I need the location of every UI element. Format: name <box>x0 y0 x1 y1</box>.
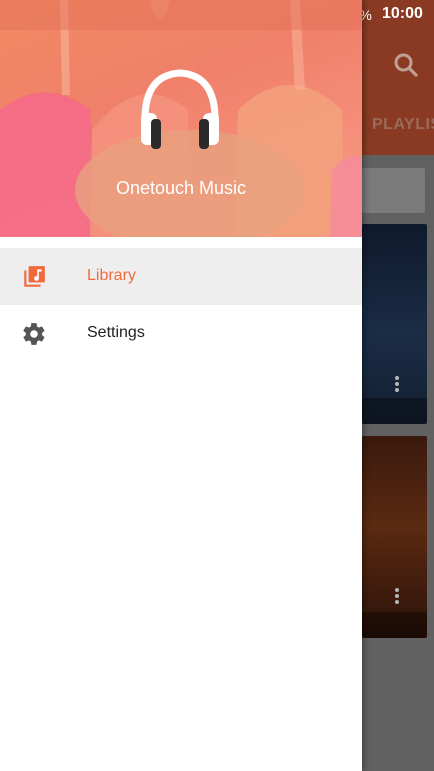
drawer-item-label: Settings <box>87 324 145 341</box>
album-card-footer <box>362 398 427 424</box>
drawer-header: Onetouch Music <box>0 0 362 237</box>
drawer-item-label: Library <box>87 267 136 284</box>
album-card[interactable] <box>362 436 427 638</box>
gear-icon <box>23 323 45 345</box>
more-vert-icon[interactable] <box>395 376 399 394</box>
clock: 10:00 <box>382 5 423 22</box>
background-list-row <box>362 168 425 213</box>
album-card[interactable] <box>362 224 427 424</box>
header-divider <box>0 237 362 245</box>
tab-playlists[interactable]: PLAYLIS <box>372 116 434 134</box>
drawer-item-library[interactable]: Library <box>0 248 362 305</box>
headphones-icon <box>141 69 219 149</box>
navigation-drawer: Onetouch Music Library Settings <box>0 0 362 771</box>
search-icon[interactable] <box>391 50 421 80</box>
drawer-item-settings[interactable]: Settings <box>0 305 362 362</box>
album-card-footer <box>362 612 427 638</box>
app-title: Onetouch Music <box>115 178 247 198</box>
library-music-icon <box>24 266 45 287</box>
more-vert-icon[interactable] <box>395 588 399 606</box>
